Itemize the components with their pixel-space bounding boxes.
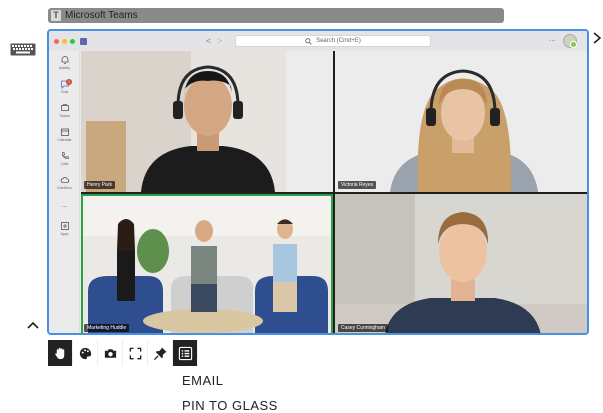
rail-item-activity[interactable]: Activity (49, 55, 80, 79)
pin-button[interactable] (148, 340, 173, 366)
window-topbar: < > Search (Cmd+E) ... (49, 31, 587, 51)
chevron-right-icon[interactable] (591, 31, 603, 45)
cloud-icon (60, 177, 69, 183)
camera-icon (104, 348, 116, 358)
rail-item-calls[interactable]: Calls (49, 151, 80, 175)
app-rail: Activity 1 Chat Teams Calendar Calls One… (49, 51, 80, 333)
video-grid: Henry Park Victoria Reyes Marketing Hudd… (81, 51, 587, 333)
window-title: Microsoft Teams (65, 10, 138, 21)
participant-name: Victoria Reyes (338, 181, 377, 189)
rail-item-chat[interactable]: 1 Chat (49, 79, 80, 103)
chat-badge: 1 (66, 79, 72, 85)
rail-item-apps[interactable]: Apps (49, 221, 80, 245)
fullscreen-button[interactable] (123, 340, 148, 366)
rail-label: OneDrive (57, 186, 72, 190)
forward-arrow-icon[interactable]: > (217, 36, 222, 46)
participant-name: Casey Cunningham (338, 324, 388, 332)
menu-item-email[interactable]: EMAIL (182, 373, 224, 388)
search-placeholder: Search (Cmd+E) (316, 38, 361, 44)
participant-video (335, 194, 587, 333)
rail-item-teams[interactable]: Teams (49, 103, 80, 127)
list-button[interactable] (173, 340, 198, 366)
video-tile[interactable]: Henry Park (81, 51, 333, 192)
rail-label: Activity (58, 66, 71, 70)
hand-button[interactable] (48, 340, 73, 366)
apps-icon (60, 222, 69, 230)
rail-item-calendar[interactable]: Calendar (49, 127, 80, 151)
more-icon: ... (61, 202, 68, 209)
chevron-up-icon[interactable] (26, 320, 40, 330)
participant-name: Marketing Huddle (84, 324, 130, 332)
back-arrow-icon[interactable]: < (206, 36, 211, 46)
participant-video (81, 51, 333, 192)
rail-label: Calls (60, 162, 69, 166)
window-title-bar: T Microsoft Teams (48, 8, 504, 23)
participant-name: Henry Park (84, 181, 116, 189)
menu-item-pin-to-glass[interactable]: PIN TO GLASS (182, 398, 278, 413)
list-icon (178, 346, 192, 360)
phone-icon (61, 152, 69, 160)
teams-icon (60, 104, 69, 111)
maximize-dot[interactable] (70, 38, 75, 44)
rail-item-onedrive[interactable]: OneDrive (49, 175, 80, 199)
video-tile[interactable]: Victoria Reyes (335, 51, 587, 192)
more-options-icon[interactable]: ... (549, 34, 556, 43)
teams-window: < > Search (Cmd+E) ... Activity 1 Chat T… (47, 29, 589, 335)
camera-button[interactable] (98, 340, 123, 366)
pin-icon (153, 346, 167, 360)
rail-label: Calendar (57, 138, 72, 142)
bell-icon (61, 56, 68, 64)
minimize-dot[interactable] (62, 38, 67, 44)
teams-logo-icon (80, 37, 87, 45)
glass-toolbar (48, 340, 198, 366)
rail-label: Teams (59, 114, 70, 118)
search-icon (305, 37, 312, 45)
calendar-icon (60, 128, 69, 136)
keyboard-icon[interactable] (10, 43, 36, 56)
rail-label: Chat (60, 90, 69, 94)
fullscreen-icon (129, 347, 141, 359)
rail-label: Apps (60, 232, 69, 236)
palette-button[interactable] (73, 340, 98, 366)
video-tile[interactable]: Casey Cunningham (335, 194, 587, 333)
close-dot[interactable] (54, 38, 59, 44)
search-input[interactable]: Search (Cmd+E) (235, 35, 431, 47)
app-icon: T (51, 10, 61, 21)
palette-icon (79, 347, 91, 359)
avatar[interactable] (563, 34, 577, 48)
hand-icon (54, 347, 64, 359)
video-tile-active-speaker[interactable]: Marketing Huddle (81, 194, 333, 333)
participant-video (83, 196, 331, 333)
participant-video (335, 51, 587, 192)
